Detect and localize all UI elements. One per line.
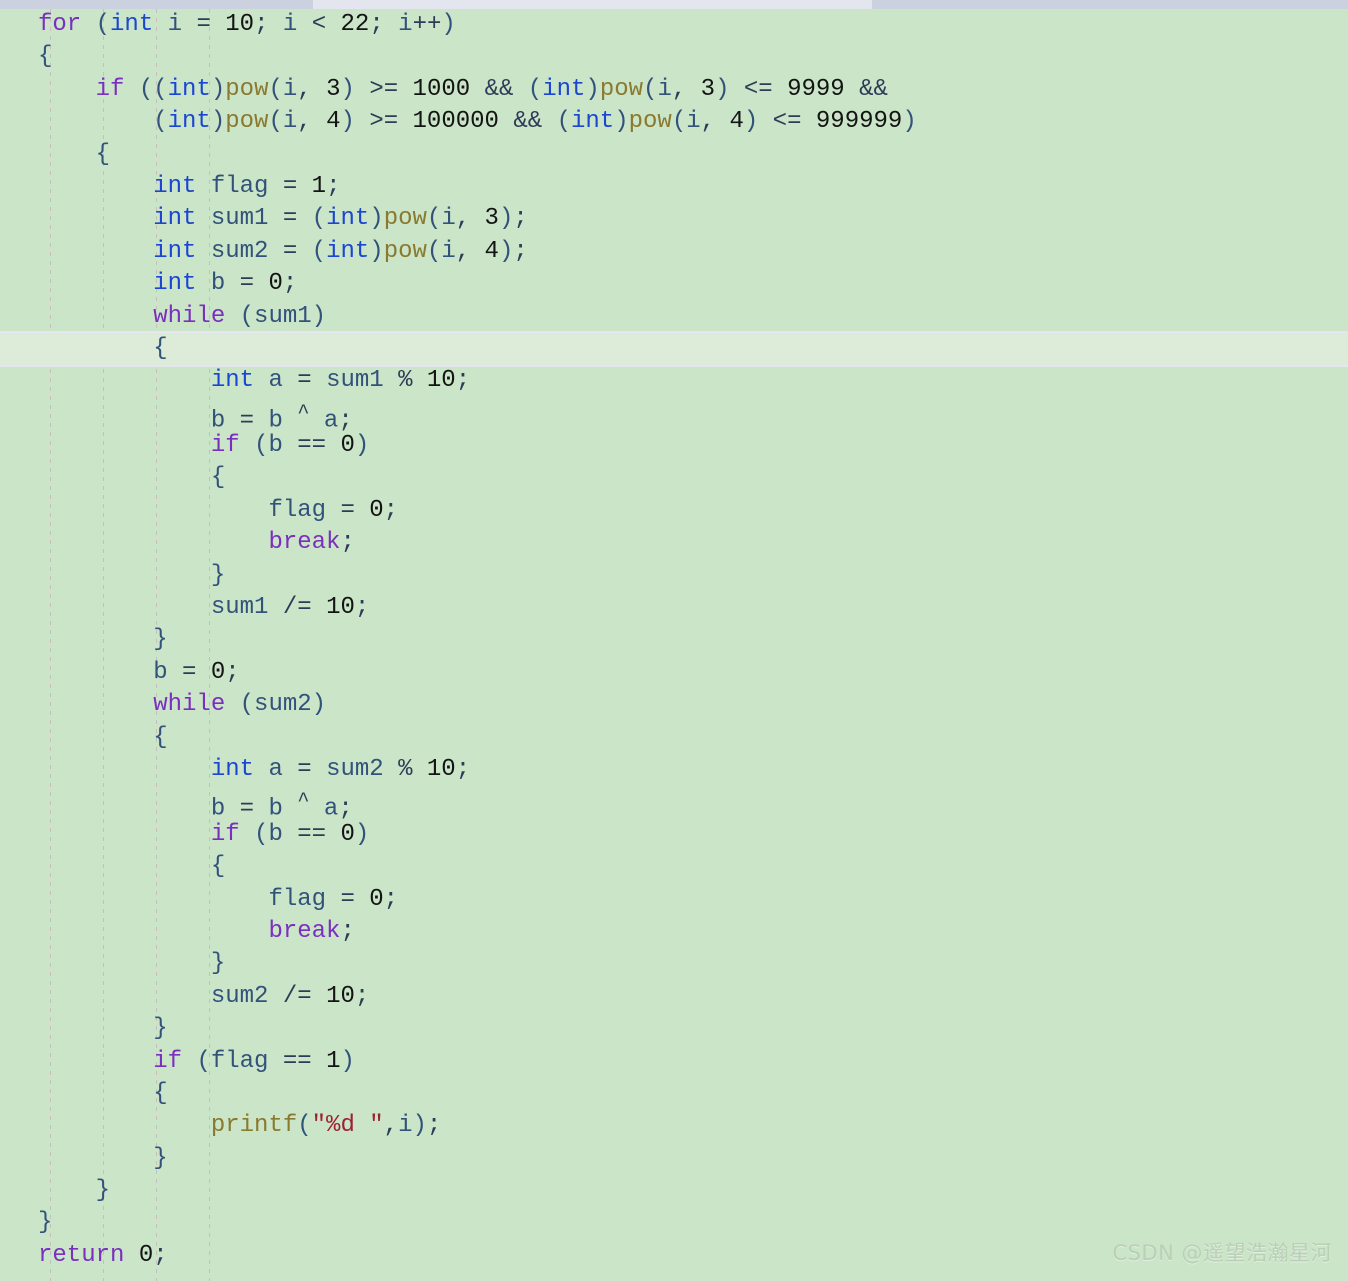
code-line[interactable]: int flag = 1; <box>0 171 1348 203</box>
code-line[interactable]: if ((int)pow(i, 3) >= 1000 && (int)pow(i… <box>0 74 1348 106</box>
code-line[interactable]: sum1 /= 10; <box>0 592 1348 624</box>
code-line[interactable]: int a = sum1 % 10; <box>0 365 1348 397</box>
code-line[interactable]: } <box>0 1175 1348 1207</box>
code-block[interactable]: for (int i = 10; i < 22; i++){ if ((int)… <box>0 9 1348 1272</box>
code-line[interactable]: flag = 0; <box>0 884 1348 916</box>
csdn-watermark: CSDN @遥望浩瀚星河 <box>1112 1241 1332 1265</box>
code-line[interactable]: { <box>0 462 1348 494</box>
code-line[interactable]: flag = 0; <box>0 495 1348 527</box>
code-line[interactable]: { <box>0 139 1348 171</box>
code-line[interactable]: int sum1 = (int)pow(i, 3); <box>0 203 1348 235</box>
code-line[interactable]: } <box>0 1013 1348 1045</box>
code-line[interactable]: { <box>0 851 1348 883</box>
code-line[interactable]: b = 0; <box>0 657 1348 689</box>
code-line[interactable]: break; <box>0 916 1348 948</box>
code-line[interactable]: b = b ^ a; <box>0 786 1348 823</box>
code-line[interactable]: sum2 /= 10; <box>0 981 1348 1013</box>
code-line[interactable]: if (b == 0) <box>0 819 1348 851</box>
code-line[interactable]: } <box>0 624 1348 656</box>
code-line[interactable]: while (sum2) <box>0 689 1348 721</box>
horizontal-scrollbar[interactable] <box>0 0 1348 9</box>
code-line[interactable]: } <box>0 948 1348 980</box>
scrollbar-thumb[interactable] <box>313 0 872 9</box>
code-line[interactable]: if (flag == 1) <box>0 1046 1348 1078</box>
code-line[interactable]: int sum2 = (int)pow(i, 4); <box>0 236 1348 268</box>
code-line[interactable]: if (b == 0) <box>0 430 1348 462</box>
code-line[interactable]: { <box>0 1078 1348 1110</box>
code-line[interactable]: int a = sum2 % 10; <box>0 754 1348 786</box>
code-line[interactable]: { <box>0 722 1348 754</box>
code-line[interactable]: (int)pow(i, 4) >= 100000 && (int)pow(i, … <box>0 106 1348 138</box>
code-line[interactable]: } <box>0 1143 1348 1175</box>
scrollbar-track-left[interactable] <box>0 0 2 9</box>
code-line[interactable]: { <box>0 41 1348 73</box>
code-line[interactable]: break; <box>0 527 1348 559</box>
code-line[interactable]: printf("%d ",i); <box>0 1110 1348 1142</box>
code-line[interactable]: int b = 0; <box>0 268 1348 300</box>
code-editor-surface[interactable]: for (int i = 10; i < 22; i++){ if ((int)… <box>0 9 1348 1281</box>
code-line[interactable]: } <box>0 560 1348 592</box>
code-line-current[interactable]: { <box>0 333 1348 365</box>
code-line[interactable]: while (sum1) <box>0 301 1348 333</box>
code-line[interactable]: } <box>0 1207 1348 1239</box>
code-line[interactable]: b = b ^ a; <box>0 398 1348 435</box>
code-line[interactable]: for (int i = 10; i < 22; i++) <box>0 9 1348 41</box>
